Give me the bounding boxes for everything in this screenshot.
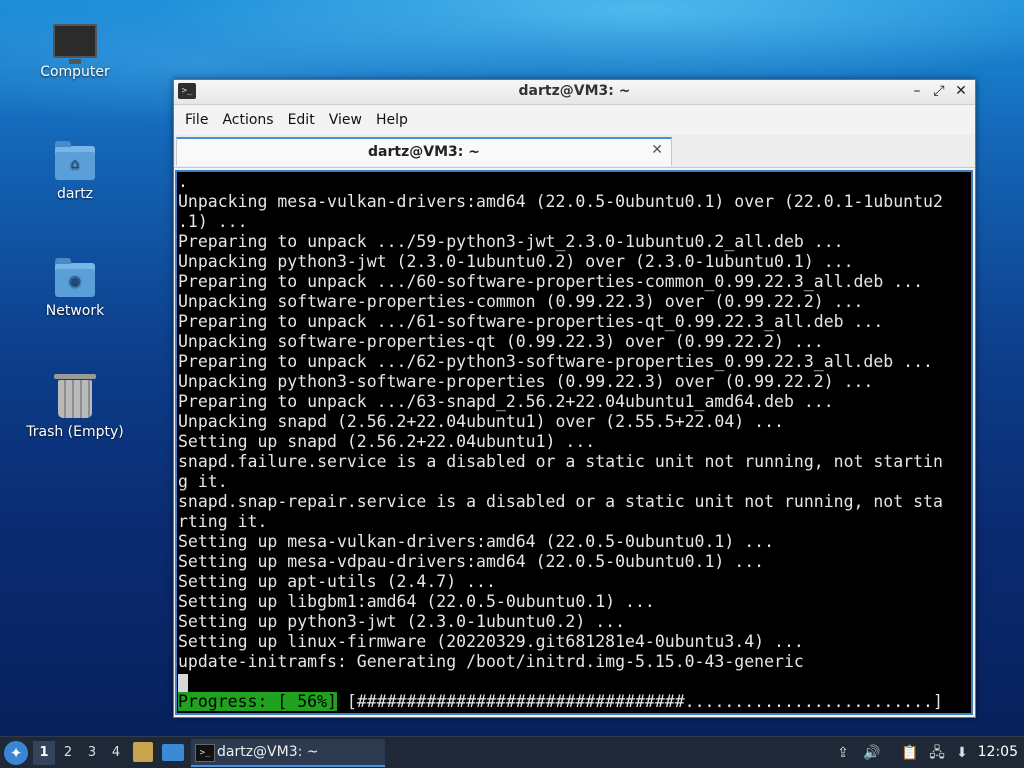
desktop-icon-computer[interactable]: Computer	[20, 24, 130, 80]
trash-icon	[54, 374, 96, 418]
terminal-line: .1) ...	[178, 212, 248, 231]
minimize-button[interactable]: –	[909, 82, 925, 100]
progress-bar: [#################################......…	[346, 692, 943, 711]
terminal-line: Setting up python3-jwt (2.3.0-1ubuntu0.2…	[178, 612, 626, 631]
terminal-line: Preparing to unpack .../63-snapd_2.56.2+…	[178, 392, 834, 411]
terminal-line: Setting up mesa-vdpau-drivers:amd64 (22.…	[178, 552, 765, 571]
close-button[interactable]: ✕	[953, 82, 969, 100]
terminal-line: Preparing to unpack .../59-python3-jwt_2…	[178, 232, 844, 251]
terminal-line: Preparing to unpack .../61-software-prop…	[178, 312, 884, 331]
workspace-1[interactable]: 1	[33, 741, 55, 765]
terminal-line: snapd.failure.service is a disabled or a…	[178, 452, 943, 471]
tab-close-button[interactable]: ✕	[651, 142, 663, 158]
tab-label: dartz@VM3: ~	[368, 144, 480, 160]
network-folder-icon: ◉	[55, 258, 95, 297]
volume-icon[interactable]: 🔊	[862, 743, 882, 763]
terminal-line: Unpacking python3-software-properties (0…	[178, 372, 874, 391]
terminal-icon: >_	[195, 744, 215, 762]
terminal-line: Unpacking mesa-vulkan-drivers:amd64 (22.…	[178, 192, 943, 211]
window-titlebar[interactable]: >_ dartz@VM3: ~ – ⤢ ✕	[174, 80, 975, 105]
terminal-line: Unpacking software-properties-qt (0.99.2…	[178, 332, 824, 351]
taskbar-item-terminal[interactable]: >_ dartz@VM3: ~	[191, 739, 385, 767]
clock[interactable]: 12:05	[978, 744, 1018, 760]
menu-file[interactable]: File	[178, 105, 215, 135]
desktop-icon-network[interactable]: ◉ Network	[20, 258, 130, 319]
terminal-output[interactable]: . Unpacking mesa-vulkan-drivers:amd64 (22…	[175, 170, 973, 715]
terminal-window[interactable]: >_ dartz@VM3: ~ – ⤢ ✕ File Actions Edit …	[173, 79, 976, 718]
terminal-line: Unpacking python3-jwt (2.3.0-1ubuntu0.2)…	[178, 252, 854, 271]
workspace-2[interactable]: 2	[57, 741, 79, 765]
menu-view[interactable]: View	[322, 105, 369, 135]
tab-bar: dartz@VM3: ~ ✕	[174, 135, 975, 168]
desktop-icon-home[interactable]: ⌂ dartz	[20, 141, 130, 202]
terminal-line: rting it.	[178, 512, 268, 531]
taskbar-item-label: dartz@VM3: ~	[217, 744, 319, 760]
terminal-line: Unpacking snapd (2.56.2+22.04ubuntu1) ov…	[178, 412, 784, 431]
desktop-icon-label: Network	[45, 303, 105, 319]
clipboard-icon[interactable]: 📋	[900, 743, 920, 763]
terminal-line: g it.	[178, 472, 228, 491]
progress-line: Progress: [ 56%] [######################…	[178, 692, 943, 712]
terminal-line: .	[178, 172, 188, 191]
menu-edit[interactable]: Edit	[281, 105, 322, 135]
terminal-line: Preparing to unpack .../62-python3-softw…	[178, 352, 933, 371]
workspace-3[interactable]: 3	[81, 741, 103, 765]
terminal-cursor	[178, 673, 188, 692]
show-desktop-icon[interactable]	[162, 744, 184, 761]
workspace-4[interactable]: 4	[105, 741, 127, 765]
desktop-icon-trash[interactable]: Trash (Empty)	[20, 374, 130, 440]
taskbar: ✦ 1 2 3 4 >_ dartz@VM3: ~ ⇪ 🔊 📋 🖧 ⬇ 12:0…	[0, 736, 1024, 768]
upload-icon[interactable]: ⇪	[833, 743, 853, 763]
terminal-line: snapd.snap-repair.service is a disabled …	[178, 492, 943, 511]
terminal-line: update-initramfs: Generating /boot/initr…	[178, 652, 804, 671]
terminal-line: Unpacking software-properties-common (0.…	[178, 292, 864, 311]
window-title: dartz@VM3: ~	[518, 83, 631, 99]
menu-help[interactable]: Help	[369, 105, 415, 135]
desktop-icon-label: Trash (Empty)	[26, 424, 124, 440]
terminal-line: Setting up linux-firmware (20220329.git6…	[178, 632, 804, 651]
terminal-line: Preparing to unpack .../60-software-prop…	[178, 272, 924, 291]
desktop-icon-label: dartz	[56, 186, 94, 202]
file-manager-icon[interactable]	[133, 742, 153, 762]
home-folder-icon: ⌂	[55, 141, 95, 180]
maximize-button[interactable]: ⤢	[931, 82, 947, 100]
network-icon[interactable]: 🖧	[927, 743, 947, 763]
terminal-line: Setting up snapd (2.56.2+22.04ubuntu1) .…	[178, 432, 596, 451]
terminal-line: Setting up libgbm1:amd64 (22.0.5-0ubuntu…	[178, 592, 655, 611]
terminal-line: Setting up apt-utils (2.4.7) ...	[178, 572, 496, 591]
terminal-cursor-line	[178, 672, 943, 692]
desktop-icon-label: Computer	[40, 64, 110, 80]
menubar: File Actions Edit View Help	[174, 105, 975, 135]
updates-icon[interactable]: ⬇	[952, 743, 972, 763]
terminal-line: Setting up mesa-vulkan-drivers:amd64 (22…	[178, 532, 775, 551]
computer-icon	[53, 24, 97, 64]
start-menu-icon[interactable]: ✦	[4, 741, 28, 765]
menu-actions[interactable]: Actions	[215, 105, 280, 135]
progress-label: Progress: [ 56%]	[178, 692, 337, 711]
tab-terminal[interactable]: dartz@VM3: ~ ✕	[176, 137, 672, 166]
terminal-lines: . Unpacking mesa-vulkan-drivers:amd64 (22…	[178, 172, 943, 712]
